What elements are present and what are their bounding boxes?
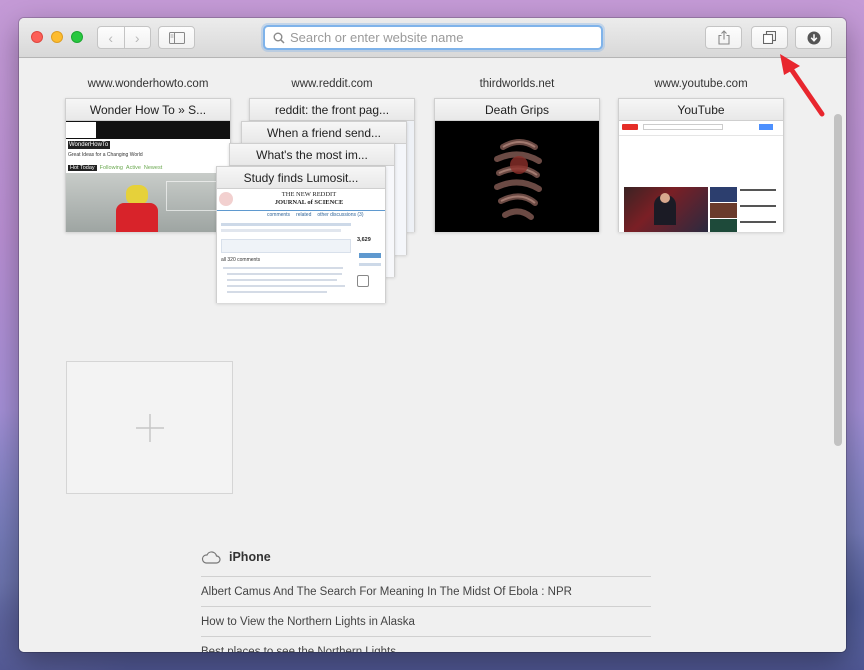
top-site-domain: www.youtube.com [654,78,748,90]
tab-title: What's the most im... [230,144,394,166]
masthead-line-2: JOURNAL of SCIENCE [274,199,344,206]
add-top-site-button[interactable] [66,361,233,494]
icloud-tab-item[interactable]: Best places to see the Northern Lights [201,636,651,652]
sidebar-icon [168,31,185,44]
downloads-button[interactable] [795,26,832,49]
top-site-domain: www.wonderhowto.com [87,78,209,90]
toolbar: ‹ › [19,18,846,58]
tabs-icon [763,31,776,44]
top-site-reddit[interactable]: www.reddit.com [249,78,415,94]
top-site-title: Death Grips [435,99,599,121]
top-site-title: YouTube [619,99,783,121]
tab-card-front[interactable]: Study finds Lumosit... THE NEW REDDIT JO… [216,166,386,303]
cloud-icon [201,550,221,564]
thumb-tabs: Hot Today Following Active Newest [68,165,163,171]
icloud-tab-item[interactable]: Albert Camus And The Search For Meaning … [201,576,651,606]
search-icon [273,32,285,44]
safari-window: ‹ › Search or enter website name www.won… [19,18,846,652]
top-site-thirdworlds[interactable]: thirdworlds.net [434,78,600,94]
annotation-arrow [780,54,825,117]
chevron-left-icon: ‹ [108,29,114,46]
featured-video [624,187,708,232]
page-thumbnail [435,121,599,232]
masthead-line-1: THE NEW REDDIT [281,191,337,198]
thumb-score: 3,629 [357,237,371,243]
coil-artwork [494,139,542,220]
icloud-tab-item[interactable]: How to View the Northern Lights in Alask… [201,606,651,636]
page-thumbnail [619,121,783,232]
top-site-domain: www.reddit.com [291,78,373,90]
scrollbar[interactable] [834,114,842,446]
download-icon [807,31,820,44]
thumb-subtabs: comments related other discussions (3) [267,212,364,218]
youtube-logo-icon [622,124,638,130]
search-input[interactable] [290,30,580,45]
tab-title: reddit: the front pag... [250,99,414,121]
close-window-button[interactable] [31,31,43,43]
icloud-tab-list: Albert Camus And The Search For Meaning … [201,576,651,652]
device-name: iPhone [229,550,271,564]
chevron-right-icon: › [134,29,140,46]
top-sites-page: www.wonderhowto.com Wonder How To » S...… [19,59,846,652]
top-site-card[interactable]: Death Grips [434,98,600,232]
thumb-photo [66,173,230,232]
back-button[interactable]: ‹ [98,27,125,48]
sidebar-button[interactable] [158,26,195,49]
share-icon [717,30,730,45]
top-site-title: Wonder How To » S... [66,99,230,121]
share-button[interactable] [705,26,742,49]
thumb-comment-count: all 320 comments [221,257,261,263]
fullscreen-window-button[interactable] [71,31,83,43]
top-site-card[interactable]: Wonder How To » S... WonderHowTo Great I… [65,98,231,232]
top-site-domain: thirdworlds.net [479,78,555,90]
address-bar[interactable] [263,25,603,50]
icloud-tabs-section: iPhone Albert Camus And The Search For M… [201,546,651,652]
site-logo: WonderHowTo [68,141,110,149]
forward-button[interactable]: › [125,27,151,48]
minimize-window-button[interactable] [51,31,63,43]
plus-icon [135,413,164,442]
top-site-card[interactable]: YouTube [618,98,784,232]
reddit-alien-icon [219,192,233,206]
top-site-youtube[interactable]: www.youtube.com [618,78,784,94]
top-site-wonderhowto[interactable]: www.wonderhowto.com [65,78,231,94]
page-thumbnail: WonderHowTo Great Ideas for a Changing W… [66,121,230,232]
site-tagline: Great Ideas for a Changing World [68,152,143,158]
tab-title: When a friend send... [242,122,406,144]
show-all-tabs-button[interactable] [751,26,788,49]
icloud-device-header: iPhone [201,546,651,568]
page-thumbnail: THE NEW REDDIT JOURNAL of SCIENCE commen… [217,189,385,303]
back-forward-buttons: ‹ › [97,26,151,49]
tab-title: Study finds Lumosit... [217,167,385,189]
